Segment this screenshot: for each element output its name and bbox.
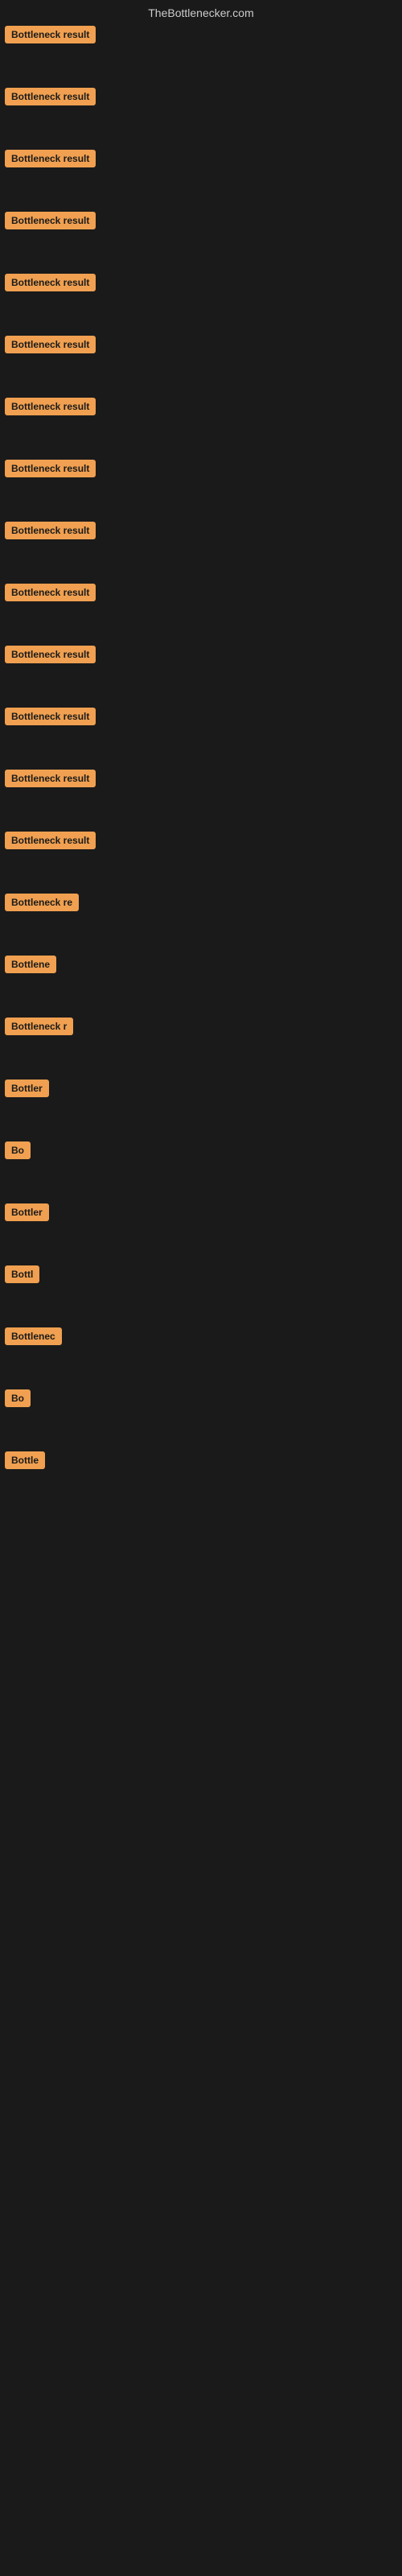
bottleneck-result-badge[interactable]: Bottleneck result bbox=[5, 274, 96, 291]
bottleneck-result-badge[interactable]: Bo bbox=[5, 1141, 31, 1159]
bottleneck-result-badge[interactable]: Bottleneck re bbox=[5, 894, 79, 911]
badge-row: Bo bbox=[5, 1389, 399, 1411]
bottleneck-result-badge[interactable]: Bottler bbox=[5, 1203, 49, 1221]
bottleneck-result-badge[interactable]: Bottleneck result bbox=[5, 460, 96, 477]
badge-row: Bottleneck re bbox=[5, 894, 399, 915]
badge-row: Bottleneck result bbox=[5, 26, 399, 47]
bottleneck-result-badge[interactable]: Bottleneck result bbox=[5, 26, 96, 43]
badge-row: Bottleneck result bbox=[5, 336, 399, 357]
badge-row: Bottle bbox=[5, 1451, 399, 1473]
badge-row: Bottler bbox=[5, 1080, 399, 1101]
bottleneck-result-badge[interactable]: Bottl bbox=[5, 1265, 39, 1283]
badge-row: Bo bbox=[5, 1141, 399, 1163]
bottleneck-result-badge[interactable]: Bottleneck result bbox=[5, 336, 96, 353]
badge-row: Bottleneck result bbox=[5, 150, 399, 171]
badge-row: Bottleneck result bbox=[5, 460, 399, 481]
bottleneck-result-badge[interactable]: Bottleneck result bbox=[5, 150, 96, 167]
badge-row: Bottleneck result bbox=[5, 522, 399, 543]
bottleneck-result-badge[interactable]: Bottler bbox=[5, 1080, 49, 1097]
bottleneck-result-badge[interactable]: Bottleneck result bbox=[5, 770, 96, 787]
bottleneck-result-badge[interactable]: Bottleneck result bbox=[5, 212, 96, 229]
bottleneck-result-badge[interactable]: Bottlenec bbox=[5, 1327, 62, 1345]
badge-row: Bottler bbox=[5, 1203, 399, 1225]
results-container: Bottleneck result Bottleneck result Bottle… bbox=[0, 23, 402, 1517]
bottleneck-result-badge[interactable]: Bottleneck result bbox=[5, 584, 96, 601]
badge-row: Bottleneck result bbox=[5, 832, 399, 853]
badge-row: Bottleneck result bbox=[5, 708, 399, 729]
bottleneck-result-badge[interactable]: Bo bbox=[5, 1389, 31, 1407]
bottleneck-result-badge[interactable]: Bottleneck result bbox=[5, 522, 96, 539]
bottleneck-result-badge[interactable]: Bottlene bbox=[5, 956, 56, 973]
badge-row: Bottlenec bbox=[5, 1327, 399, 1349]
badge-row: Bottleneck result bbox=[5, 398, 399, 419]
badge-row: Bottl bbox=[5, 1265, 399, 1287]
badge-row: Bottleneck result bbox=[5, 274, 399, 295]
site-title: TheBottlenecker.com bbox=[0, 0, 402, 23]
bottleneck-result-badge[interactable]: Bottleneck result bbox=[5, 708, 96, 725]
bottleneck-result-badge[interactable]: Bottleneck r bbox=[5, 1018, 73, 1035]
bottleneck-result-badge[interactable]: Bottleneck result bbox=[5, 88, 96, 105]
bottleneck-result-badge[interactable]: Bottleneck result bbox=[5, 646, 96, 663]
badge-row: Bottleneck result bbox=[5, 88, 399, 109]
badge-row: Bottleneck r bbox=[5, 1018, 399, 1039]
badge-row: Bottlene bbox=[5, 956, 399, 977]
bottleneck-result-badge[interactable]: Bottleneck result bbox=[5, 832, 96, 849]
badge-row: Bottleneck result bbox=[5, 646, 399, 667]
bottleneck-result-badge[interactable]: Bottle bbox=[5, 1451, 45, 1469]
badge-row: Bottleneck result bbox=[5, 584, 399, 605]
bottleneck-result-badge[interactable]: Bottleneck result bbox=[5, 398, 96, 415]
page-wrapper: TheBottlenecker.com Bottleneck resultBot… bbox=[0, 0, 402, 1517]
badge-row: Bottleneck result bbox=[5, 770, 399, 791]
badge-row: Bottleneck result bbox=[5, 212, 399, 233]
